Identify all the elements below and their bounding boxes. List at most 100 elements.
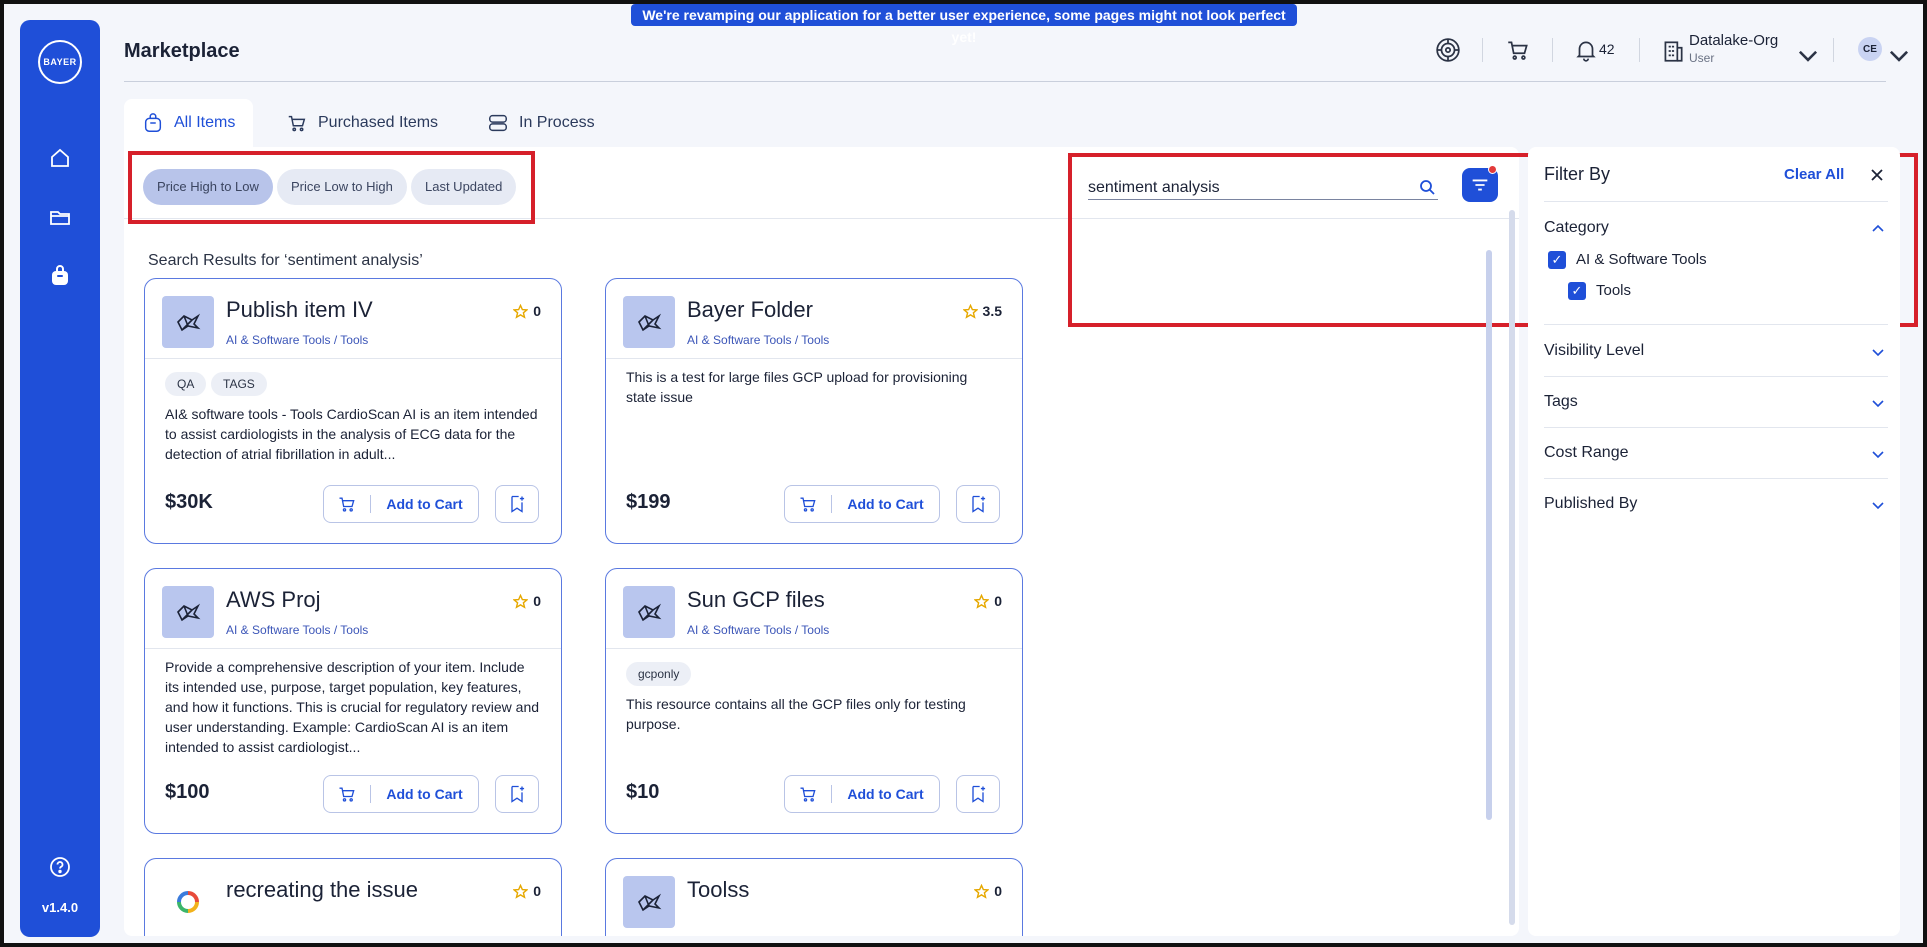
card-divider xyxy=(606,358,1022,359)
marketplace-bag-icon[interactable] xyxy=(48,264,72,288)
star-icon xyxy=(513,883,529,899)
add-to-cart-button[interactable]: Add to Cart xyxy=(784,485,940,523)
add-to-cart-label: Add to Cart xyxy=(847,786,924,802)
panel-scrollbar[interactable] xyxy=(1509,210,1515,925)
item-card-recreating-the-issue[interactable]: recreating the issue 0 xyxy=(144,858,562,936)
item-description: Provide a comprehensive description of y… xyxy=(165,659,540,755)
item-card-publish-item-iv[interactable]: Publish item IV AI & Software Tools / To… xyxy=(144,278,562,544)
chevron-down-icon[interactable] xyxy=(1870,446,1886,462)
chevron-down-icon[interactable] xyxy=(1795,42,1818,62)
rating-value: 0 xyxy=(994,883,1002,899)
item-thumbnail xyxy=(162,586,214,638)
bookmark-button[interactable] xyxy=(495,485,539,523)
add-to-cart-button[interactable]: Add to Cart xyxy=(784,775,940,813)
filter-divider xyxy=(1544,201,1888,202)
tab-in-process[interactable]: In Process xyxy=(469,99,613,147)
chevron-down-icon[interactable] xyxy=(1870,395,1886,411)
item-tag[interactable]: gcponly xyxy=(626,662,692,686)
item-thumbnail xyxy=(623,586,675,638)
bookmark-button[interactable] xyxy=(956,485,1000,523)
bell-icon[interactable] xyxy=(1573,37,1599,63)
filter-section-cost-range[interactable]: Cost Range xyxy=(1544,444,1629,462)
highlight-box-sort xyxy=(128,151,535,224)
add-to-cart-button[interactable]: Add to Cart xyxy=(323,775,479,813)
card-divider xyxy=(145,358,561,359)
bookmark-add-icon xyxy=(511,495,525,513)
clear-all-link[interactable]: Clear All xyxy=(1784,166,1844,183)
item-card-bayer-folder[interactable]: Bayer Folder AI & Software Tools / Tools… xyxy=(605,278,1023,544)
checkbox-tools[interactable]: ✓ xyxy=(1568,282,1586,300)
star-icon xyxy=(974,883,990,899)
add-to-cart-label: Add to Cart xyxy=(386,496,463,512)
checkbox-ai-software-tools[interactable]: ✓ xyxy=(1548,251,1566,269)
cart-icon[interactable] xyxy=(1505,37,1531,63)
item-rating: 0 xyxy=(513,883,541,899)
close-icon[interactable] xyxy=(1868,166,1886,184)
chevron-up-icon[interactable] xyxy=(1870,221,1886,237)
help-icon[interactable] xyxy=(48,855,72,879)
filter-section-visibility-level[interactable]: Visibility Level xyxy=(1544,342,1644,360)
card-divider xyxy=(606,648,1022,649)
tab-label: In Process xyxy=(519,114,595,131)
tool-icon xyxy=(177,603,201,622)
add-to-cart-button[interactable]: Add to Cart xyxy=(323,485,479,523)
filter-section-published-by[interactable]: Published By xyxy=(1544,495,1637,513)
item-thumbnail xyxy=(162,876,214,928)
star-icon xyxy=(962,303,978,319)
item-title[interactable]: Sun GCP files xyxy=(687,587,825,613)
rating-value: 0 xyxy=(533,593,541,609)
results-scrollbar[interactable] xyxy=(1486,250,1492,820)
chevron-down-icon[interactable] xyxy=(1886,42,1909,62)
item-card-sun-gcp-files[interactable]: Sun GCP files AI & Software Tools / Tool… xyxy=(605,568,1023,834)
item-thumbnail xyxy=(623,876,675,928)
item-rating: 0 xyxy=(513,303,541,319)
filter-divider xyxy=(1544,376,1888,377)
rating-value: 0 xyxy=(533,883,541,899)
item-title[interactable]: Bayer Folder xyxy=(687,297,813,323)
filter-section-category[interactable]: Category xyxy=(1544,219,1609,237)
star-icon xyxy=(513,303,529,319)
user-avatar[interactable]: CE xyxy=(1858,37,1882,61)
card-divider xyxy=(145,648,561,649)
item-title[interactable]: Toolss xyxy=(687,877,749,903)
item-title[interactable]: recreating the issue xyxy=(226,877,418,903)
header-separator xyxy=(1482,38,1483,62)
checkbox-label[interactable]: AI & Software Tools xyxy=(1576,251,1707,268)
tab-all-items[interactable]: All Items xyxy=(124,99,254,147)
settings-wheel-icon[interactable] xyxy=(1435,37,1461,63)
bayer-logo[interactable]: BAYER xyxy=(38,40,82,84)
bookmark-button[interactable] xyxy=(495,775,539,813)
app-version: v1.4.0 xyxy=(41,900,79,915)
checkbox-label[interactable]: Tools xyxy=(1596,282,1631,299)
folder-icon[interactable] xyxy=(48,205,72,229)
item-card-toolss[interactable]: Toolss 0 xyxy=(605,858,1023,936)
header-separator xyxy=(1833,38,1834,62)
chevron-down-icon[interactable] xyxy=(1870,497,1886,513)
add-to-cart-label: Add to Cart xyxy=(847,496,924,512)
item-card-aws-proj[interactable]: AWS Proj AI & Software Tools / Tools 0 P… xyxy=(144,568,562,834)
filter-divider xyxy=(1544,324,1888,325)
item-category: AI & Software Tools / Tools xyxy=(226,623,369,637)
item-price: $10 xyxy=(626,781,660,803)
filter-panel-title: Filter By xyxy=(1544,164,1611,184)
tab-purchased-items[interactable]: Purchased Items xyxy=(268,99,456,147)
item-price: $30K xyxy=(165,491,213,513)
item-title[interactable]: Publish item IV xyxy=(226,297,373,323)
home-icon[interactable] xyxy=(48,146,72,170)
chevron-down-icon[interactable] xyxy=(1870,344,1886,360)
bookmark-button[interactable] xyxy=(956,775,1000,813)
item-title[interactable]: AWS Proj xyxy=(226,587,321,613)
building-icon xyxy=(1660,38,1686,64)
bookmark-add-icon xyxy=(511,785,525,803)
org-name[interactable]: Datalake-Org xyxy=(1689,32,1778,49)
item-tag[interactable]: QA xyxy=(165,372,207,396)
filter-section-tags[interactable]: Tags xyxy=(1544,393,1578,411)
bookmark-add-icon xyxy=(972,495,986,513)
tool-icon xyxy=(638,893,662,912)
item-rating: 3.5 xyxy=(962,303,1002,319)
star-icon xyxy=(513,593,529,609)
item-price: $100 xyxy=(165,781,210,803)
bag-icon xyxy=(144,113,162,132)
item-tag[interactable]: TAGS xyxy=(211,372,267,396)
tab-label: Purchased Items xyxy=(318,114,439,131)
